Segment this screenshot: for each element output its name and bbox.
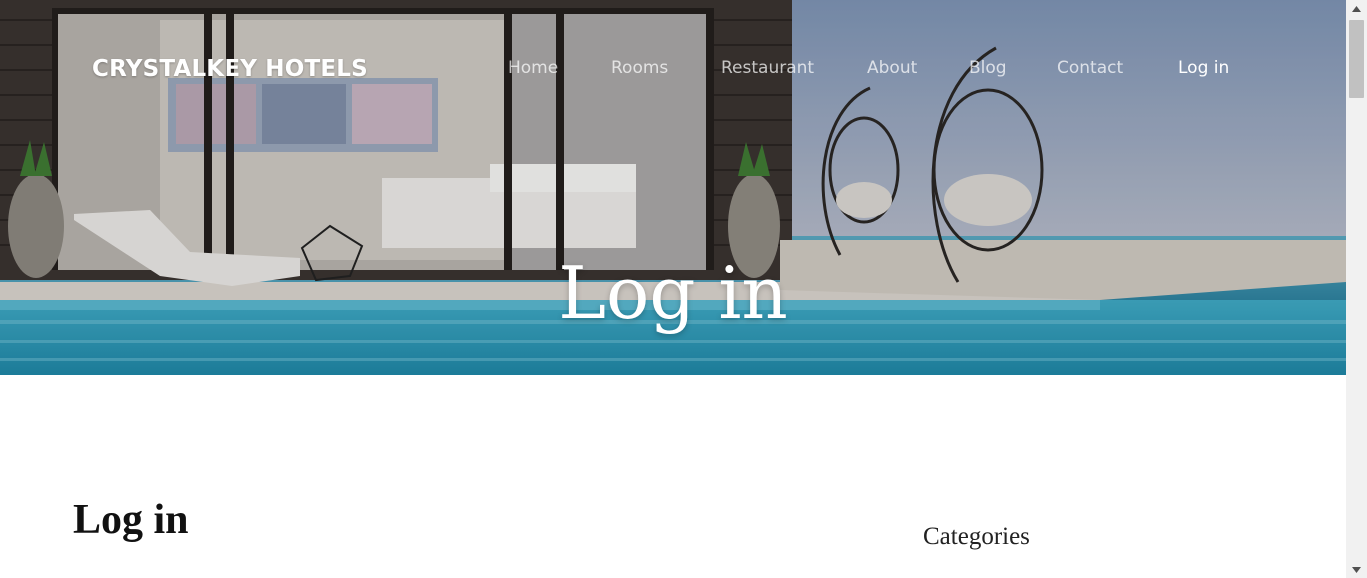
nav-item-blog[interactable]: Blog (969, 58, 1007, 78)
nav-item-restaurant[interactable]: Restaurant (721, 58, 814, 78)
nav-item-home[interactable]: Home (508, 58, 558, 78)
hero-title: Log in (558, 251, 788, 335)
nav-item-about[interactable]: About (867, 58, 917, 78)
page: CRYSTALKEY HOTELS Home Rooms Restaurant … (0, 0, 1346, 578)
nav-item-login[interactable]: Log in (1178, 58, 1229, 78)
scroll-down-arrow-icon[interactable] (1346, 561, 1367, 578)
scroll-up-arrow-icon[interactable] (1346, 0, 1367, 17)
hero-banner: CRYSTALKEY HOTELS Home Rooms Restaurant … (0, 0, 1346, 375)
nav-item-contact[interactable]: Contact (1057, 58, 1123, 78)
sidebar-categories-heading: Categories (923, 523, 1030, 550)
scrollbar-thumb[interactable] (1349, 20, 1364, 98)
main-nav: Home Rooms Restaurant About Blog Contact… (0, 58, 1346, 82)
page-title: Log in (73, 497, 189, 543)
nav-item-rooms[interactable]: Rooms (611, 58, 668, 78)
vertical-scrollbar[interactable] (1346, 0, 1367, 578)
